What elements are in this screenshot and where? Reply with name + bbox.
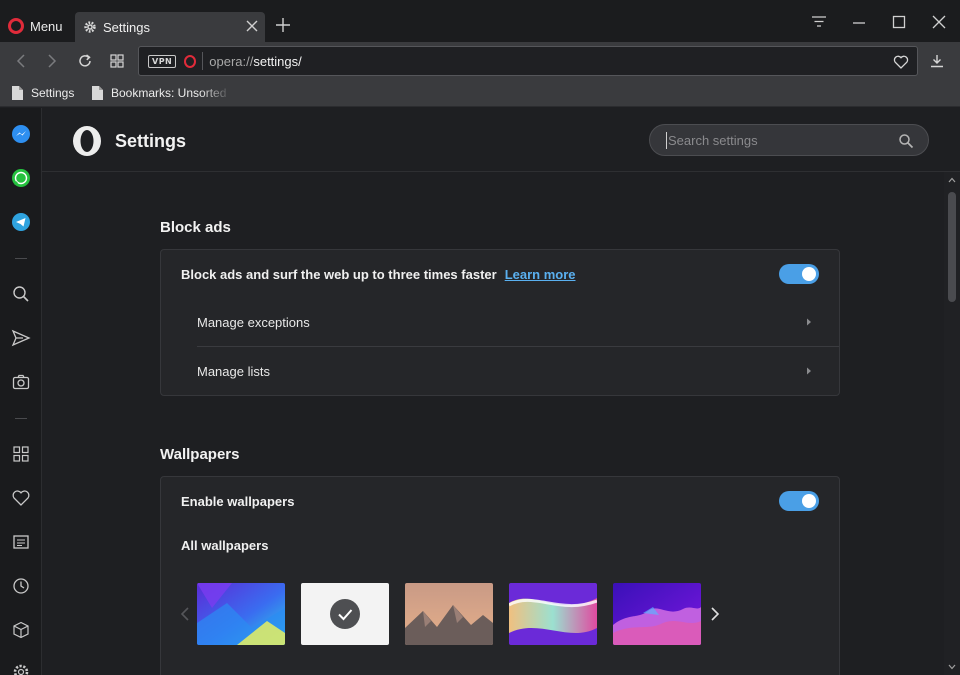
back-icon[interactable] xyxy=(13,53,29,69)
checkmark-icon xyxy=(330,599,360,629)
send-icon[interactable] xyxy=(11,328,31,348)
bookmark-fade xyxy=(200,82,232,104)
opera-logo-icon xyxy=(8,18,24,34)
gear-icon xyxy=(84,21,96,33)
settings-icon[interactable] xyxy=(11,662,31,675)
opera-logo-icon xyxy=(73,126,101,156)
page-icon xyxy=(12,86,23,100)
wallpaper-thumbnail[interactable] xyxy=(197,583,285,645)
chevron-right-icon[interactable] xyxy=(710,607,720,621)
sidebar xyxy=(0,108,42,675)
maximize-icon[interactable] xyxy=(891,14,907,30)
wallpaper-carousel xyxy=(180,583,757,647)
whatsapp-icon[interactable] xyxy=(11,168,31,188)
history-icon[interactable] xyxy=(11,576,31,596)
opera-menu-button[interactable]: Menu xyxy=(8,12,63,40)
block-ads-toggle[interactable] xyxy=(779,264,819,284)
address-bar[interactable]: VPN opera://settings/ xyxy=(138,46,918,76)
navigation-bar: VPN opera://settings/ xyxy=(0,42,960,80)
manage-lists-row[interactable]: Manage lists xyxy=(197,347,839,395)
url-separator xyxy=(202,52,204,70)
scrollbar-thumb[interactable] xyxy=(948,192,956,302)
search-icon[interactable] xyxy=(11,284,31,304)
close-tab-icon[interactable] xyxy=(245,19,259,33)
enable-wallpapers-label: Enable wallpapers xyxy=(181,494,295,509)
bookmarks-bar: Settings Bookmarks: Unsorted xyxy=(0,80,960,107)
download-icon[interactable] xyxy=(929,53,945,69)
scroll-down-icon[interactable] xyxy=(948,664,956,670)
page-title: Settings xyxy=(115,131,187,151)
sidebar-divider xyxy=(15,258,27,259)
forward-icon[interactable] xyxy=(44,53,60,69)
bookmark-item[interactable]: Settings xyxy=(12,86,74,100)
settings-search[interactable] xyxy=(649,124,929,156)
minimize-icon[interactable] xyxy=(851,14,867,30)
bookmark-heart-icon[interactable] xyxy=(893,54,909,70)
search-input[interactable] xyxy=(666,132,886,149)
wallpaper-thumbnail-selected[interactable] xyxy=(301,583,389,645)
page-icon xyxy=(92,86,103,100)
wallpaper-thumbnail[interactable] xyxy=(405,583,493,645)
chevron-right-icon xyxy=(807,318,811,326)
url-scheme: opera:// xyxy=(209,53,254,69)
close-window-icon[interactable] xyxy=(931,14,947,30)
search-icon[interactable] xyxy=(898,133,914,149)
reload-icon[interactable] xyxy=(77,53,93,69)
wallpaper-thumbnail[interactable] xyxy=(509,583,597,645)
news-icon[interactable] xyxy=(11,532,31,552)
manage-lists-label: Manage lists xyxy=(197,363,270,379)
speed-dial-grid-icon[interactable] xyxy=(109,53,125,69)
manage-exceptions-label: Manage exceptions xyxy=(197,314,310,330)
site-opera-icon xyxy=(184,54,197,68)
telegram-icon[interactable] xyxy=(11,212,31,232)
wallpaper-thumbnail[interactable] xyxy=(613,583,701,645)
vpn-badge[interactable]: VPN xyxy=(148,54,177,68)
title-bar: Menu Settings xyxy=(0,0,960,42)
wallpapers-toggle[interactable] xyxy=(779,491,819,511)
easy-setup-icon[interactable] xyxy=(811,14,827,30)
chevron-left-icon[interactable] xyxy=(180,607,190,621)
settings-header: Settings xyxy=(42,108,960,172)
all-wallpapers-label: All wallpapers xyxy=(181,538,269,553)
manage-exceptions-row[interactable]: Manage exceptions xyxy=(197,298,839,346)
url-path: settings/ xyxy=(253,53,302,69)
vertical-scrollbar[interactable] xyxy=(944,172,960,675)
settings-page: Settings Block ads Block ads and surf th… xyxy=(42,108,960,675)
camera-icon[interactable] xyxy=(11,372,31,392)
messenger-icon[interactable] xyxy=(11,124,31,144)
tab-title: Settings xyxy=(103,19,150,35)
section-title-block-ads: Block ads xyxy=(160,219,231,236)
block-ads-label: Block ads and surf the web up to three t… xyxy=(181,267,497,282)
heart-icon[interactable] xyxy=(11,488,31,508)
browser-window: Menu Settings VPN opera://settings/ Sett… xyxy=(0,0,960,675)
bookmark-label: Settings xyxy=(31,86,75,100)
speed-dial-icon[interactable] xyxy=(11,444,31,464)
menu-label: Menu xyxy=(30,18,63,34)
tab-settings[interactable]: Settings xyxy=(75,12,265,42)
chevron-right-icon xyxy=(807,367,811,375)
sidebar-divider xyxy=(15,418,27,419)
block-ads-card: Block ads and surf the web up to three t… xyxy=(160,249,840,396)
extensions-icon[interactable] xyxy=(11,620,31,640)
block-ads-row: Block ads and surf the web up to three t… xyxy=(181,267,576,282)
new-tab-icon[interactable] xyxy=(276,18,290,32)
learn-more-link[interactable]: Learn more xyxy=(505,267,576,282)
url-text[interactable]: opera://settings/ xyxy=(209,54,302,69)
wallpapers-card: Enable wallpapers All wallpapers xyxy=(160,476,840,675)
scroll-up-icon[interactable] xyxy=(948,177,956,183)
section-title-wallpapers: Wallpapers xyxy=(160,446,240,463)
